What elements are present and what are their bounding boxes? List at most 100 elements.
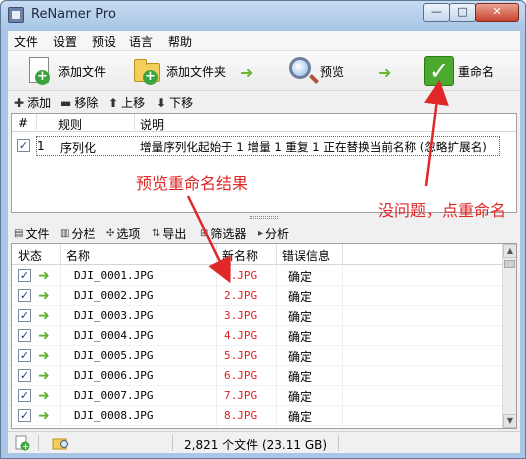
analyze-menu-button[interactable]: ▸ 分析 [258, 225, 289, 242]
add-rule-label: 添加 [27, 96, 52, 110]
export-menu-button[interactable]: ⇅ 导出 [152, 225, 186, 242]
rules-table: # 规则 说明 ✓ 1 序列化 增量序列化起始于 1 增量 1 重复 1 正在替… [11, 113, 517, 220]
add-files-label: 添加文件 [58, 64, 107, 79]
columns-menu-label: 分栏 [71, 227, 96, 241]
files-col-new-name[interactable]: 新名称 [222, 247, 258, 264]
scroll-thumb[interactable] [504, 260, 515, 268]
folder-search-icon[interactable] [52, 435, 68, 451]
file-row[interactable]: ✓ ➜ DJI_0007.JPG 7.JPG 确定 [12, 386, 516, 406]
file-error-message: 确定 [288, 390, 313, 404]
file-name: DJI_0008.JPG [74, 409, 154, 422]
export-menu-label: 导出 [162, 227, 187, 241]
add-files-button[interactable]: + 添加文件 [24, 54, 106, 88]
file-error-message: 确定 [288, 410, 313, 424]
file-error-message: 确定 [288, 270, 313, 284]
rule-checkbox[interactable]: ✓ [17, 139, 30, 152]
files-table: 状态 名称 新名称 错误信息 ✓ ➜ DJI_0001.JPG 1.JPG 确定 ✓ ➜ DJ… [11, 243, 517, 429]
files-menu-button[interactable]: ▤ 文件 [14, 225, 49, 242]
file-checkbox[interactable]: ✓ [18, 309, 31, 322]
options-menu-button[interactable]: ✣ 选项 [106, 225, 140, 242]
files-col-status[interactable]: 状态 [18, 247, 42, 264]
file-new-name: 7.JPG [224, 389, 258, 402]
rules-col-description[interactable]: 说明 [140, 116, 164, 133]
arrow-right-icon: ➜ [38, 368, 50, 384]
add-folder-label: 添加文件夹 [166, 64, 227, 79]
arrow-right-icon: ➜ [240, 63, 254, 82]
arrow-right-icon: ➜ [38, 288, 50, 304]
menu-language[interactable]: 语言 [129, 33, 153, 50]
file-row[interactable]: ✓ ➜ DJI_0001.JPG 1.JPG 确定 [12, 266, 516, 286]
close-button[interactable]: ✕ [475, 3, 519, 22]
window-title: ReNamer Pro [31, 7, 116, 22]
file-row[interactable]: ✓ ➜ DJI_0008.JPG 8.JPG 确定 [12, 406, 516, 426]
maximize-button[interactable]: □ [449, 3, 476, 22]
file-row[interactable]: ✓ ➜ DJI_0003.JPG 3.JPG 确定 [12, 306, 516, 326]
files-header: 状态 名称 新名称 错误信息 [12, 244, 516, 265]
file-name: DJI_0005.JPG [74, 349, 154, 362]
move-up-button[interactable]: ⬆ 上移 [108, 94, 145, 111]
file-checkbox[interactable]: ✓ [18, 369, 31, 382]
file-checkbox[interactable]: ✓ [18, 409, 31, 422]
files-col-error[interactable]: 错误信息 [282, 247, 330, 264]
file-error-message: 确定 [288, 370, 313, 384]
file-checkbox[interactable]: ✓ [18, 329, 31, 342]
file-new-name: 4.JPG [224, 329, 258, 342]
files-toolbar: ▤ 文件 ▥ 分栏 ✣ 选项 ⇅ 导出 ⊞ 筛选器 ▸ 分析 [8, 221, 520, 243]
file-row[interactable]: ✓ ➜ DJI_0006.JPG 6.JPG 确定 [12, 366, 516, 386]
app-icon[interactable] [8, 7, 24, 23]
file-new-name: 8.JPG [224, 409, 258, 422]
file-name: DJI_0002.JPG [74, 289, 154, 302]
arrow-right-icon: ➜ [378, 63, 392, 82]
status-bar: + 2,821 个文件 (23.11 GB) [8, 431, 520, 453]
file-new-name: 5.JPG [224, 349, 258, 362]
menu-presets[interactable]: 预设 [92, 33, 116, 50]
filter-menu-button[interactable]: ⊞ 筛选器 [200, 225, 246, 242]
analyze-icon: ▸ [258, 228, 264, 239]
scroll-down-icon[interactable]: ▼ [503, 414, 516, 428]
rules-col-number[interactable]: # [18, 116, 28, 130]
menu-help[interactable]: 帮助 [168, 33, 192, 50]
add-file-icon[interactable]: + [14, 435, 30, 451]
file-checkbox[interactable]: ✓ [18, 349, 31, 362]
file-row[interactable]: ✓ ➜ DJI_0005.JPG 5.JPG 确定 [12, 346, 516, 366]
move-down-button[interactable]: ⬇ 下移 [156, 94, 193, 111]
remove-rule-button[interactable]: ▬ 移除 [60, 94, 98, 111]
file-checkbox[interactable]: ✓ [18, 269, 31, 282]
file-name: DJI_0006.JPG [74, 369, 154, 382]
add-file-icon: + [24, 56, 54, 86]
add-folder-button[interactable]: + 添加文件夹 [132, 54, 226, 88]
file-new-name: 2.JPG [224, 289, 258, 302]
arrow-right-icon: ➜ [38, 328, 50, 344]
add-folder-icon: + [132, 56, 162, 86]
arrow-right-icon: ➜ [38, 348, 50, 364]
arrow-right-icon: ➜ [38, 268, 50, 284]
files-icon: ▤ [14, 228, 24, 239]
columns-menu-button[interactable]: ▥ 分栏 [60, 225, 95, 242]
title-bar[interactable]: ReNamer Pro — □ ✕ [1, 1, 525, 29]
files-col-name[interactable]: 名称 [66, 247, 90, 264]
menu-settings[interactable]: 设置 [53, 33, 77, 50]
file-name: DJI_0007.JPG [74, 389, 154, 402]
file-row[interactable]: ✓ ➜ DJI_0002.JPG 2.JPG 确定 [12, 286, 516, 306]
preview-button[interactable]: 预览 [286, 54, 344, 88]
file-row[interactable]: ✓ ➜ DJI_0004.JPG 4.JPG 确定 [12, 326, 516, 346]
arrow-right-icon: ➜ [38, 308, 50, 324]
minimize-button[interactable]: — [423, 3, 450, 22]
files-scrollbar[interactable]: ▲ ▼ [502, 244, 516, 428]
export-icon: ⇅ [152, 228, 161, 239]
rename-button[interactable]: ✓ 重命名 [424, 54, 494, 88]
main-toolbar: + 添加文件 + 添加文件夹 ➜ 预览 ➜ ✓ 重命名 [8, 51, 520, 91]
options-icon: ✣ [106, 228, 115, 239]
file-checkbox[interactable]: ✓ [18, 389, 31, 402]
arrow-up-icon: ⬆ [108, 95, 119, 110]
menu-file[interactable]: 文件 [14, 33, 38, 50]
preview-label: 预览 [320, 64, 345, 79]
file-checkbox[interactable]: ✓ [18, 289, 31, 302]
scroll-up-icon[interactable]: ▲ [503, 244, 516, 258]
rules-col-rule[interactable]: 规则 [58, 116, 82, 133]
client-area: 文件 设置 预设 语言 帮助 + 添加文件 + 添加文件夹 ➜ 预览 ➜ ✓ 重… [8, 31, 520, 453]
rule-number: 1 [37, 139, 45, 153]
panel-splitter[interactable] [8, 214, 520, 221]
rule-row[interactable]: ✓ 1 序列化 增量序列化起始于 1 增量 1 重复 1 正在替换当前名称 (忽… [12, 136, 516, 156]
add-rule-button[interactable]: ✚ 添加 [14, 94, 51, 111]
